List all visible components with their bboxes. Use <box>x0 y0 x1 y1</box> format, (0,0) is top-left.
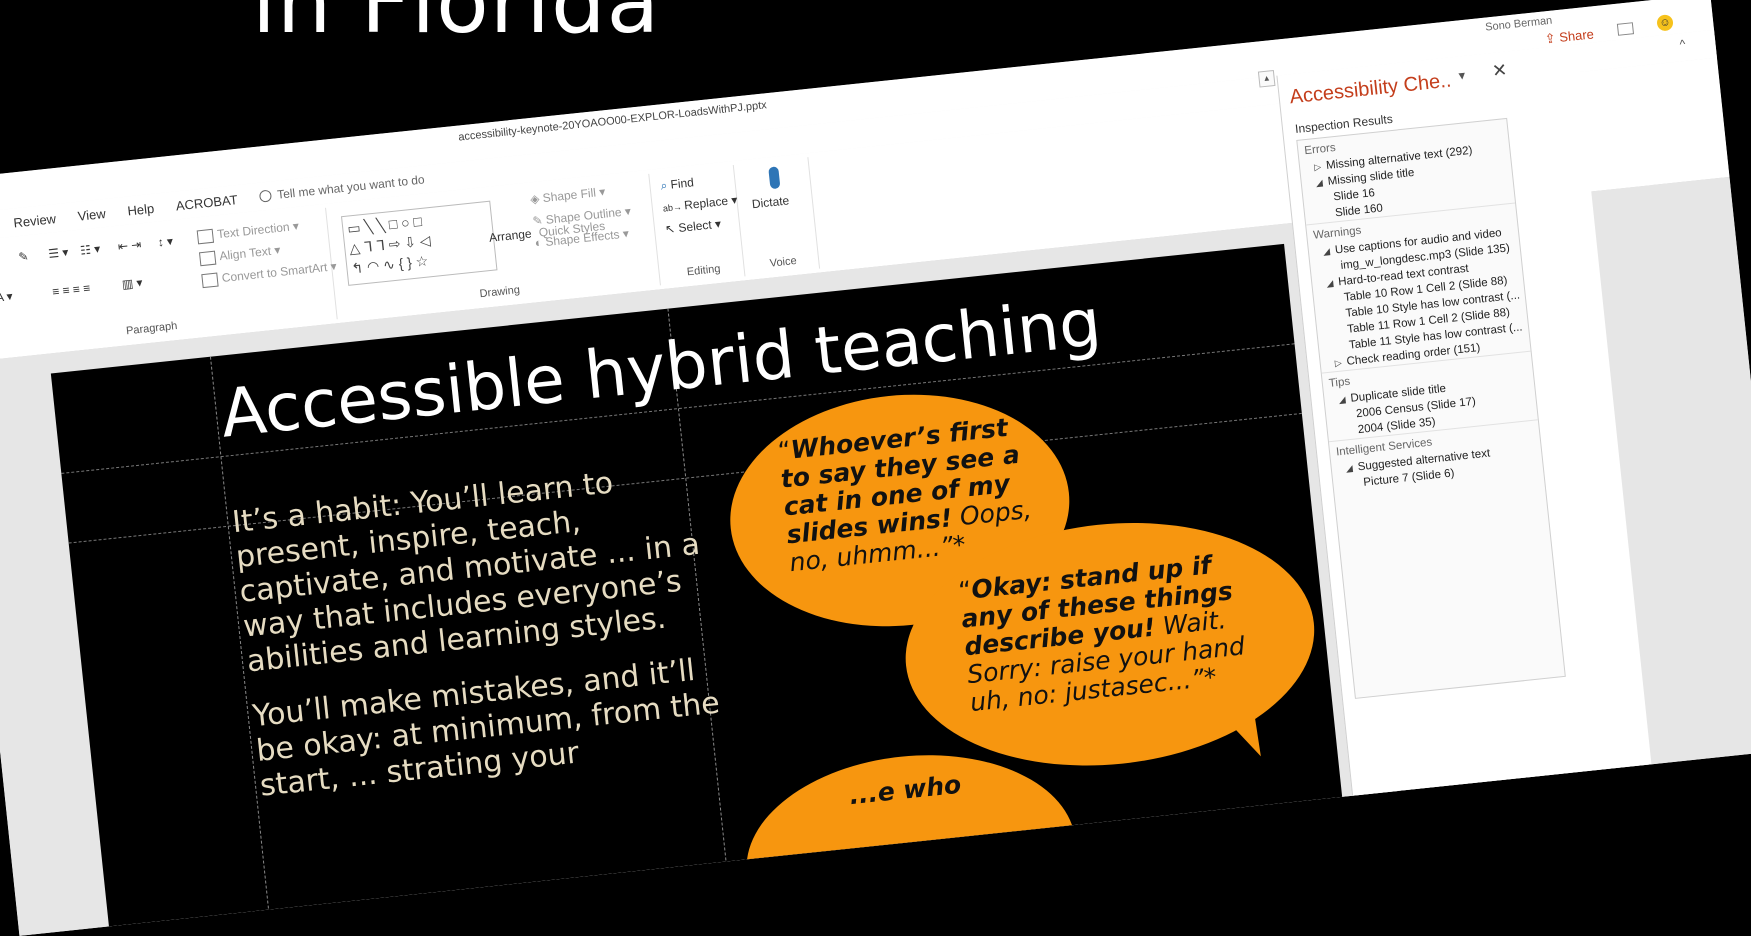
find-label: Find <box>670 175 695 191</box>
alignment-buttons[interactable]: ≡ ≡ ≡ ≡ <box>52 281 91 299</box>
scroll-up-button[interactable]: ▲ <box>1258 70 1276 88</box>
search-icon <box>259 189 272 202</box>
collapse-arrow-icon[interactable]: ◢ <box>1323 246 1336 258</box>
editing-group: ⌕ Find ab→ Replace ▾ ↖ Select ▾ Editing <box>653 165 745 285</box>
dictate-label: Dictate <box>751 193 790 211</box>
slide-canvas[interactable]: Accessible hybrid teaching It’s a habit:… <box>51 244 1347 936</box>
collapse-arrow-icon[interactable]: ◢ <box>1326 277 1339 289</box>
arrange-button[interactable]: Arrange <box>488 226 532 244</box>
shape-fill-label: Shape Fill <box>542 186 597 206</box>
clear-formatting-icon[interactable]: ✎ <box>18 249 29 264</box>
feedback-smiley-icon[interactable]: ☺ <box>1656 14 1674 32</box>
shapes-gallery[interactable]: ▭ ╲ ╲ □ ○ □△ ᒣ ᒣ ⇨ ⇩ ◁↰ ◠ ∿ { } ☆ <box>341 201 497 286</box>
numbering-button[interactable]: ☷ ▾ <box>79 242 100 258</box>
ribbon-tab[interactable]: View <box>77 205 106 223</box>
deck-title: in Florida <box>252 0 660 46</box>
microphone-icon <box>768 166 780 189</box>
align-text-label: Align Text <box>219 244 272 263</box>
collapse-arrow-icon[interactable]: ◢ <box>1338 394 1351 406</box>
bullets-button[interactable]: ☰ ▾ <box>48 245 69 261</box>
voice-group: Dictate Voice <box>738 157 820 276</box>
voice-group-label: Voice <box>748 253 819 272</box>
pane-title: Accessibility Che.. <box>1289 70 1453 110</box>
text-direction-button[interactable]: Text Direction ▾ <box>197 219 300 244</box>
highlight-color-button[interactable]: ab̲ ▾ A ▾ <box>0 289 13 307</box>
arrange-label: Arrange <box>488 226 532 244</box>
text-direction-label: Text Direction <box>216 220 290 242</box>
ribbon-tab[interactable]: ACROBAT <box>175 192 238 213</box>
ribbon-tab[interactable]: Review <box>13 211 57 230</box>
dictate-button[interactable]: Dictate <box>751 193 790 211</box>
editing-group-label: Editing <box>663 261 744 281</box>
replace-icon: ab→ <box>662 201 684 213</box>
find-button[interactable]: ⌕ Find <box>660 175 695 193</box>
bubble-3-visible-text: ...e who <box>848 770 963 811</box>
convert-smartart-label: Convert to SmartArt <box>221 260 328 285</box>
select-button[interactable]: ↖ Select ▾ <box>664 217 721 237</box>
indent-buttons[interactable]: ⇤ ⇥ <box>117 237 142 253</box>
select-label: Select <box>678 218 713 235</box>
line-spacing-button[interactable]: ↕ ▾ <box>157 234 174 250</box>
body-paragraph-2[interactable]: You’ll make mistakes, and it’ll be okay:… <box>251 650 729 804</box>
ribbon-tab[interactable]: Help <box>127 200 155 218</box>
speech-bubble-3[interactable]: ...e who <box>736 740 1085 936</box>
text-direction-icon <box>197 229 214 245</box>
comments-icon[interactable] <box>1617 22 1634 36</box>
pane-options-caret-icon[interactable]: ▼ <box>1456 70 1468 83</box>
body-paragraph-1[interactable]: It’s a habit: You’ll learn to present, i… <box>231 456 717 679</box>
columns-button[interactable]: ▥ ▾ <box>121 275 143 291</box>
shape-fill-button[interactable]: ◈ Shape Fill ▾ <box>530 185 606 207</box>
align-text-button[interactable]: Align Text ▾ <box>199 243 281 266</box>
inspection-results-tree: Errors▷Missing alternative text (292)◢Mi… <box>1296 118 1566 699</box>
collapse-arrow-icon[interactable]: ◢ <box>1345 462 1358 474</box>
powerpoint-window: accessibility-keynote-20YOAOO00-EXPLOR-L… <box>0 0 1751 936</box>
collapse-arrow-icon[interactable]: ◢ <box>1315 177 1328 189</box>
replace-label: Replace <box>684 194 729 213</box>
expand-arrow-icon[interactable]: ▷ <box>1314 161 1327 173</box>
expand-arrow-icon[interactable]: ▷ <box>1334 357 1347 369</box>
replace-button[interactable]: ab→ Replace ▾ <box>662 193 738 215</box>
align-text-icon <box>199 250 216 266</box>
user-name[interactable]: Sono Berman <box>1485 15 1553 34</box>
bubble-1-bold-text: Whoever’s first to say they see a cat in… <box>779 413 1021 550</box>
close-icon[interactable]: ✕ <box>1491 60 1508 82</box>
smartart-icon <box>201 272 218 288</box>
